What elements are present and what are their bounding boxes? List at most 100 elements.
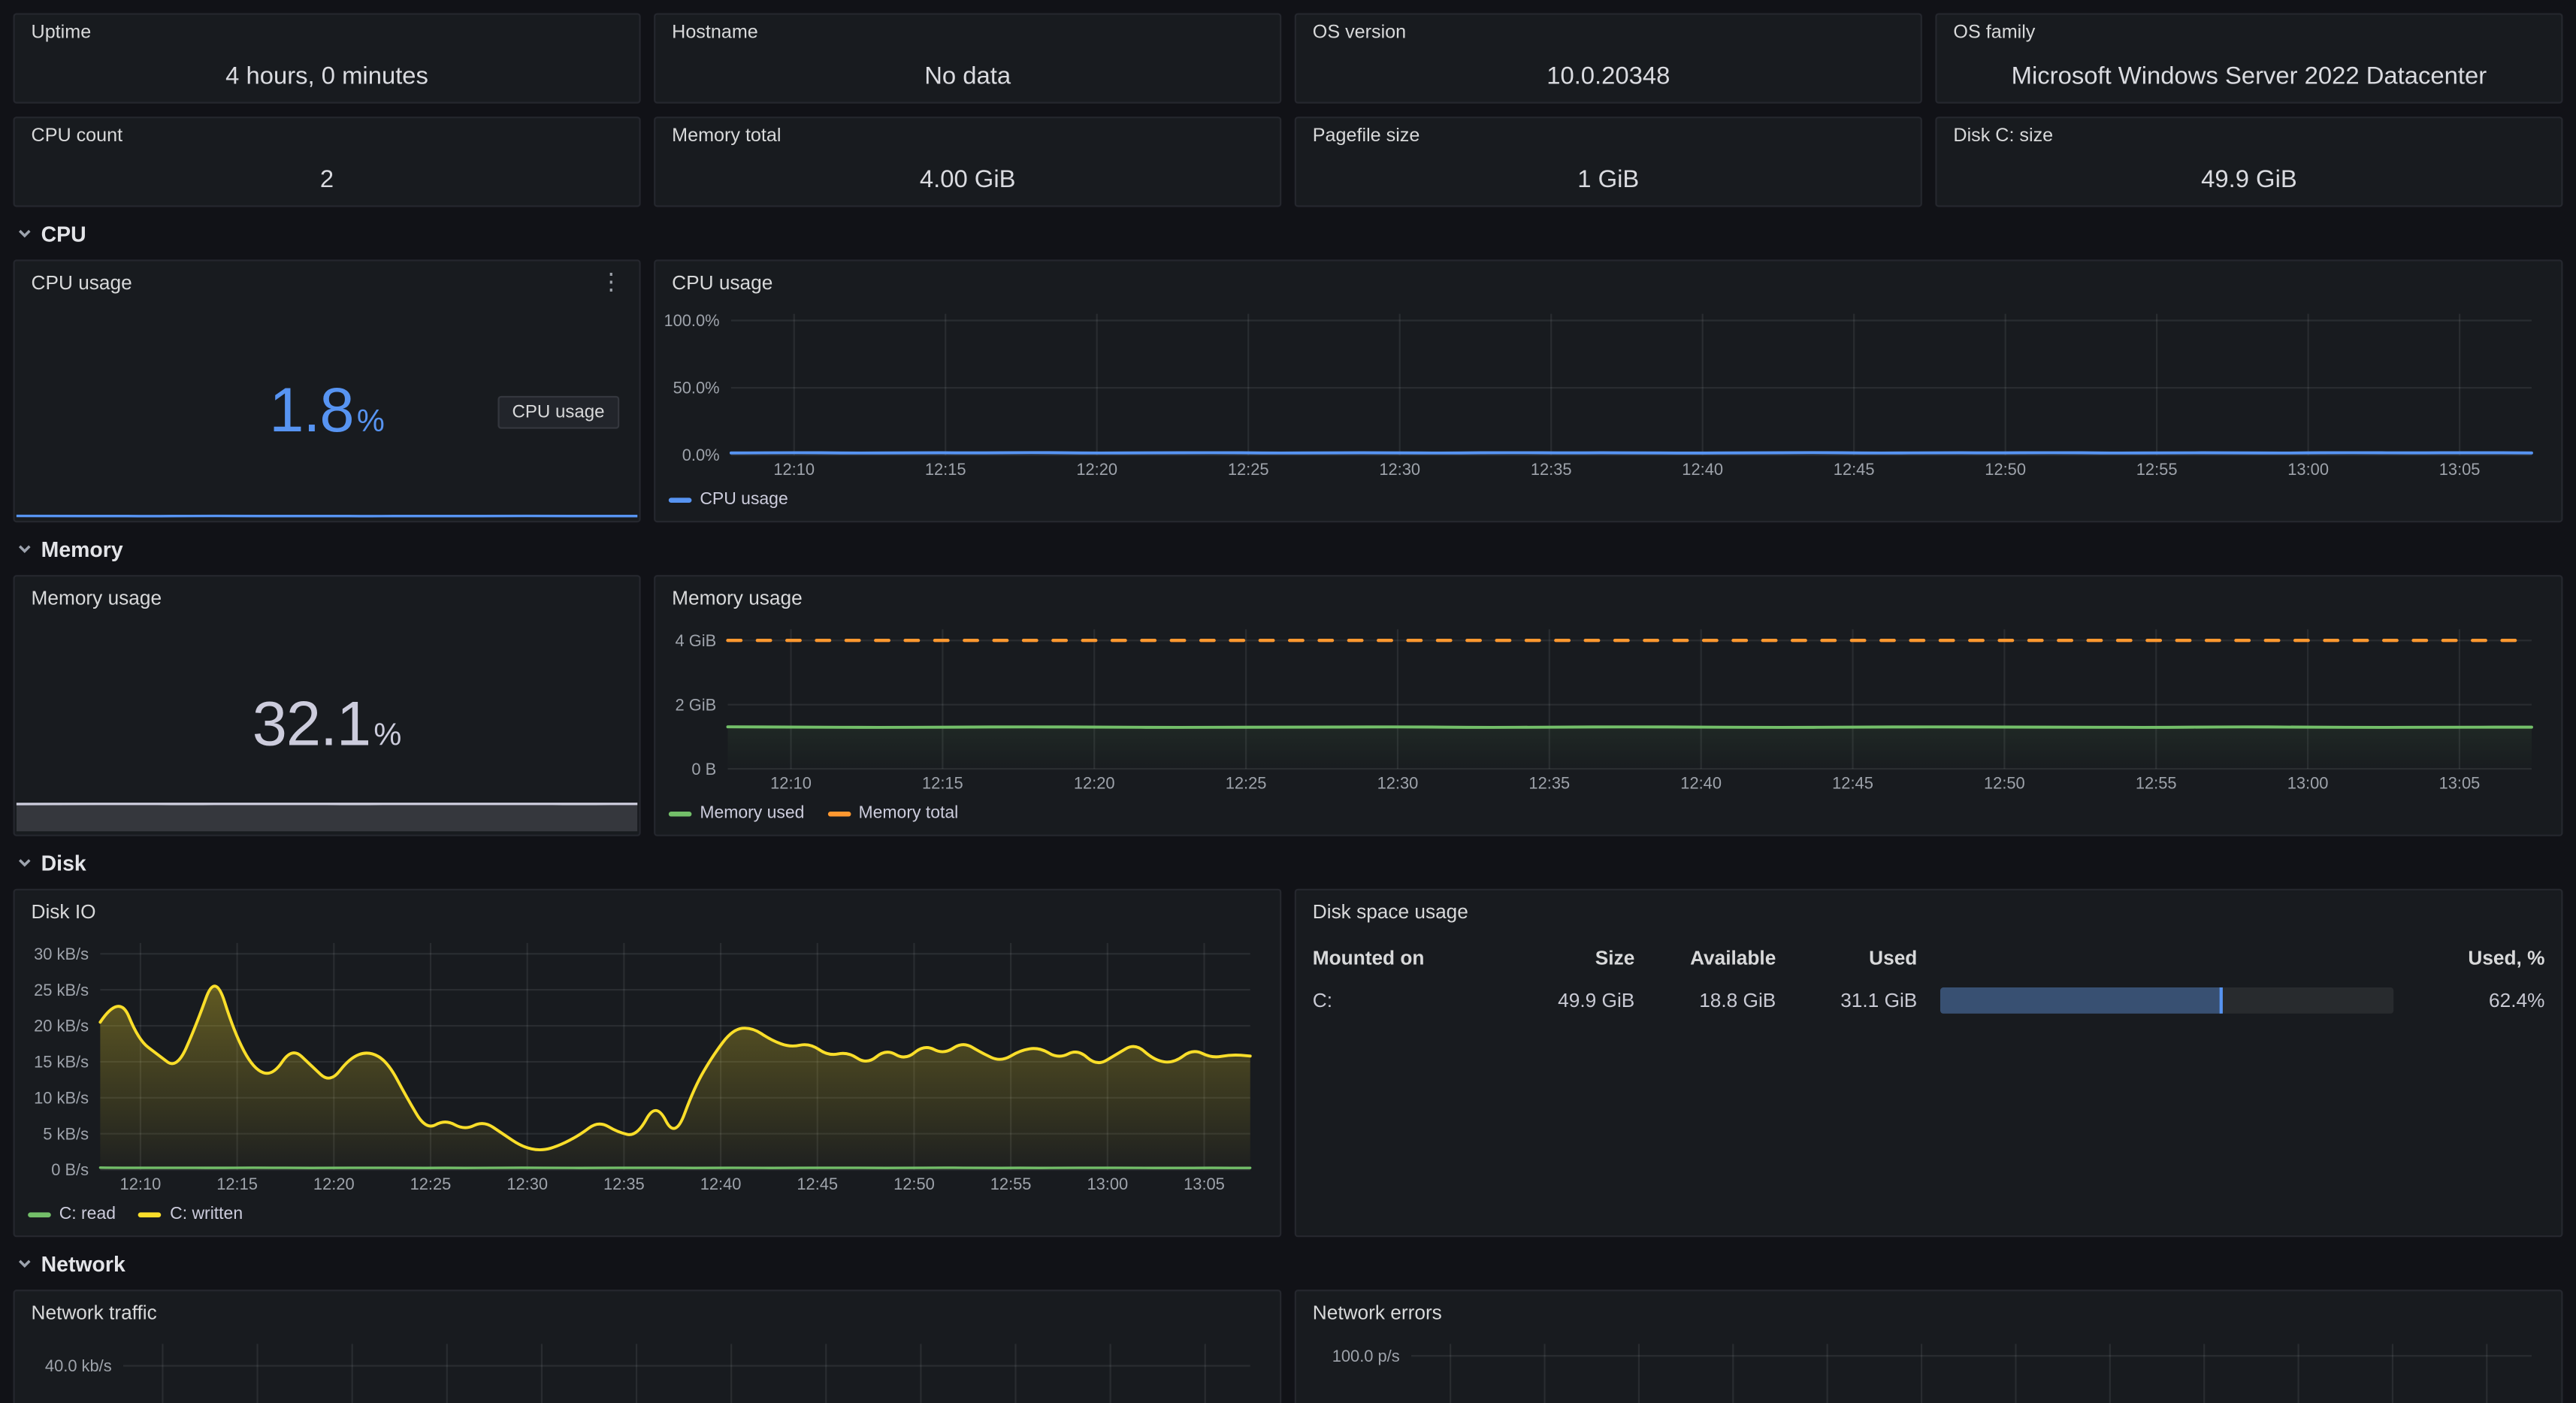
chevron-down-icon — [17, 540, 33, 557]
panel-title[interactable]: Disk IO — [32, 900, 96, 924]
stat-panel-uptime: Uptime 4 hours, 0 minutes — [13, 13, 640, 103]
stat-panel-hostname: Hostname No data — [654, 13, 1281, 103]
cell-used-pct: 62.4% — [2417, 989, 2545, 1012]
chart-legend: Memory used Memory total — [665, 799, 2547, 828]
legend-item[interactable]: CPU usage — [669, 489, 788, 509]
network-traffic-chart[interactable]: 20.0 kb/s40.0 kb/s12:1012:1512:2012:2512… — [25, 1334, 1267, 1403]
panel-title[interactable]: CPU usage — [672, 271, 772, 295]
section-header-memory[interactable]: Memory — [17, 536, 2563, 562]
col-header-mounted-on[interactable]: Mounted on — [1313, 946, 1493, 969]
legend-item[interactable]: Memory used — [669, 803, 805, 823]
stat-row-2: CPU count 2 Memory total 4.00 GiB Pagefi… — [13, 116, 2562, 207]
legend-series-label: Memory total — [859, 803, 959, 823]
panel-title[interactable]: Disk space usage — [1313, 900, 1468, 924]
y-axis-tick-label: 15 kB/s — [34, 1053, 89, 1072]
used-percent-bar-fill — [1940, 987, 2224, 1014]
stat-big-value: 1.8 — [269, 376, 353, 447]
legend-series-label: C: read — [59, 1204, 116, 1223]
col-header-used-pct[interactable]: Used, % — [2417, 946, 2545, 969]
series-line — [731, 452, 2532, 453]
x-axis-tick-label: 12:35 — [1528, 773, 1570, 792]
x-axis-tick-label: 12:45 — [797, 1175, 838, 1193]
x-axis-tick-label: 12:40 — [1682, 460, 1723, 479]
x-axis-tick-label: 12:10 — [773, 460, 815, 479]
x-axis-tick-label: 12:35 — [603, 1175, 645, 1193]
x-axis-tick-label: 12:25 — [1226, 773, 1267, 792]
stat-value: 1 GiB — [1306, 166, 1911, 194]
x-axis-tick-label: 12:45 — [1834, 460, 1875, 479]
y-axis-tick-label: 0.0% — [682, 446, 720, 464]
panel-title[interactable]: OS family — [1953, 23, 2035, 43]
stat-value: 4.00 GiB — [665, 166, 1270, 194]
panel-title[interactable]: CPU count — [32, 126, 123, 146]
stat-value: 4 hours, 0 minutes — [25, 62, 630, 90]
chevron-down-icon — [17, 854, 33, 871]
panel-memory-usage-stat: Memory usage 32.1 % — [13, 575, 640, 836]
disk-row: Disk IO 0 B/s5 kB/s10 kB/s15 kB/s20 kB/s… — [13, 889, 2562, 1237]
cell-used: 31.1 GiB — [1799, 989, 1917, 1012]
chart-svg: 0.0%50.0%100.0%12:1012:1512:2012:2512:30… — [665, 304, 2547, 484]
panel-title[interactable]: Uptime — [32, 23, 92, 43]
x-axis-tick-label: 12:40 — [700, 1175, 742, 1193]
chevron-down-icon — [17, 1255, 33, 1271]
x-axis-tick-label: 12:15 — [925, 460, 966, 479]
x-axis-tick-label: 12:25 — [410, 1175, 452, 1193]
y-axis-tick-label: 50.0% — [673, 379, 720, 398]
stat-row-1: Uptime 4 hours, 0 minutes Hostname No da… — [13, 13, 2562, 103]
kebab-menu-icon[interactable]: ⋮ — [593, 268, 629, 294]
col-header-available[interactable]: Available — [1658, 946, 1776, 969]
chevron-down-icon — [17, 225, 33, 242]
panel-title[interactable]: OS version — [1313, 23, 1406, 43]
panel-title[interactable]: Pagefile size — [1313, 126, 1420, 146]
section-header-cpu[interactable]: CPU — [17, 220, 2563, 246]
cell-mounted-on: C: — [1313, 989, 1493, 1012]
cpu-usage-chart[interactable]: 0.0%50.0%100.0%12:1012:1512:2012:2512:30… — [665, 304, 2547, 514]
panel-title[interactable]: Disk C: size — [1953, 126, 2053, 146]
stat-unit: % — [373, 719, 401, 755]
col-header-size[interactable]: Size — [1516, 946, 1634, 969]
memory-usage-chart[interactable]: 0 B2 GiB4 GiB12:1012:1512:2012:2512:3012… — [665, 619, 2547, 828]
panel-title[interactable]: Network traffic — [32, 1301, 157, 1324]
panel-network-traffic-chart: Network traffic 20.0 kb/s40.0 kb/s12:101… — [13, 1290, 1281, 1403]
x-axis-tick-label: 12:20 — [1076, 460, 1117, 479]
panel-title[interactable]: Memory usage — [32, 586, 162, 609]
section-header-disk[interactable]: Disk — [17, 849, 2563, 875]
x-axis-tick-label: 12:55 — [2136, 773, 2177, 792]
x-axis-tick-label: 12:20 — [313, 1175, 355, 1193]
panel-title[interactable]: Memory usage — [672, 586, 803, 609]
disk-io-chart[interactable]: 0 B/s5 kB/s10 kB/s15 kB/s20 kB/s25 kB/s3… — [25, 933, 1267, 1229]
panel-title[interactable]: Network errors — [1313, 1301, 1442, 1324]
y-axis-tick-label: 25 kB/s — [34, 981, 89, 999]
stat-value: 2 — [25, 166, 630, 194]
x-axis-tick-label: 12:20 — [1074, 773, 1115, 792]
panel-cpu-usage-stat: CPU usage ⋮ 1.8 % CPU usage — [13, 259, 640, 522]
x-axis-tick-label: 12:15 — [922, 773, 963, 792]
stat-big-value: 32.1 — [252, 691, 370, 761]
x-axis-tick-label: 12:10 — [120, 1175, 162, 1193]
x-axis-tick-label: 12:55 — [990, 1175, 1032, 1193]
legend-item[interactable]: Memory total — [827, 803, 958, 823]
stat-value: No data — [665, 62, 1270, 90]
legend-item[interactable]: C: written — [139, 1204, 243, 1223]
x-axis-tick-label: 12:15 — [216, 1175, 258, 1193]
x-axis-tick-label: 12:30 — [1379, 460, 1420, 479]
section-header-network[interactable]: Network — [17, 1250, 2563, 1277]
network-errors-chart[interactable]: 50.0 p/s100.0 p/s12:1012:1512:2012:2512:… — [1306, 1334, 2548, 1403]
col-header-used[interactable]: Used — [1799, 946, 1917, 969]
x-axis-tick-label: 12:35 — [1531, 460, 1572, 479]
y-axis-tick-label: 100.0% — [665, 311, 719, 330]
panel-title[interactable]: Memory total — [672, 126, 781, 146]
panel-title[interactable]: Hostname — [672, 23, 758, 43]
panel-disk-space-usage-table: Disk space usage Mounted on Size Availab… — [1295, 889, 2563, 1237]
cpu-row: CPU usage ⋮ 1.8 % CPU usage CPU usage 0.… — [13, 259, 2562, 522]
legend-series-mark — [139, 1211, 162, 1217]
y-axis-tick-label: 0 B/s — [51, 1160, 89, 1179]
panel-title[interactable]: CPU usage — [32, 271, 132, 295]
x-axis-tick-label: 12:30 — [506, 1175, 548, 1193]
legend-item[interactable]: C: read — [28, 1204, 116, 1223]
stat-value: 49.9 GiB — [1947, 166, 2552, 194]
y-axis-tick-label: 2 GiB — [676, 695, 717, 714]
grafana-dashboard: Uptime 4 hours, 0 minutes Hostname No da… — [0, 0, 2576, 1403]
panel-memory-usage-chart: Memory usage 0 B2 GiB4 GiB12:1012:1512:2… — [654, 575, 2562, 836]
y-axis-tick-label: 20 kB/s — [34, 1017, 89, 1036]
